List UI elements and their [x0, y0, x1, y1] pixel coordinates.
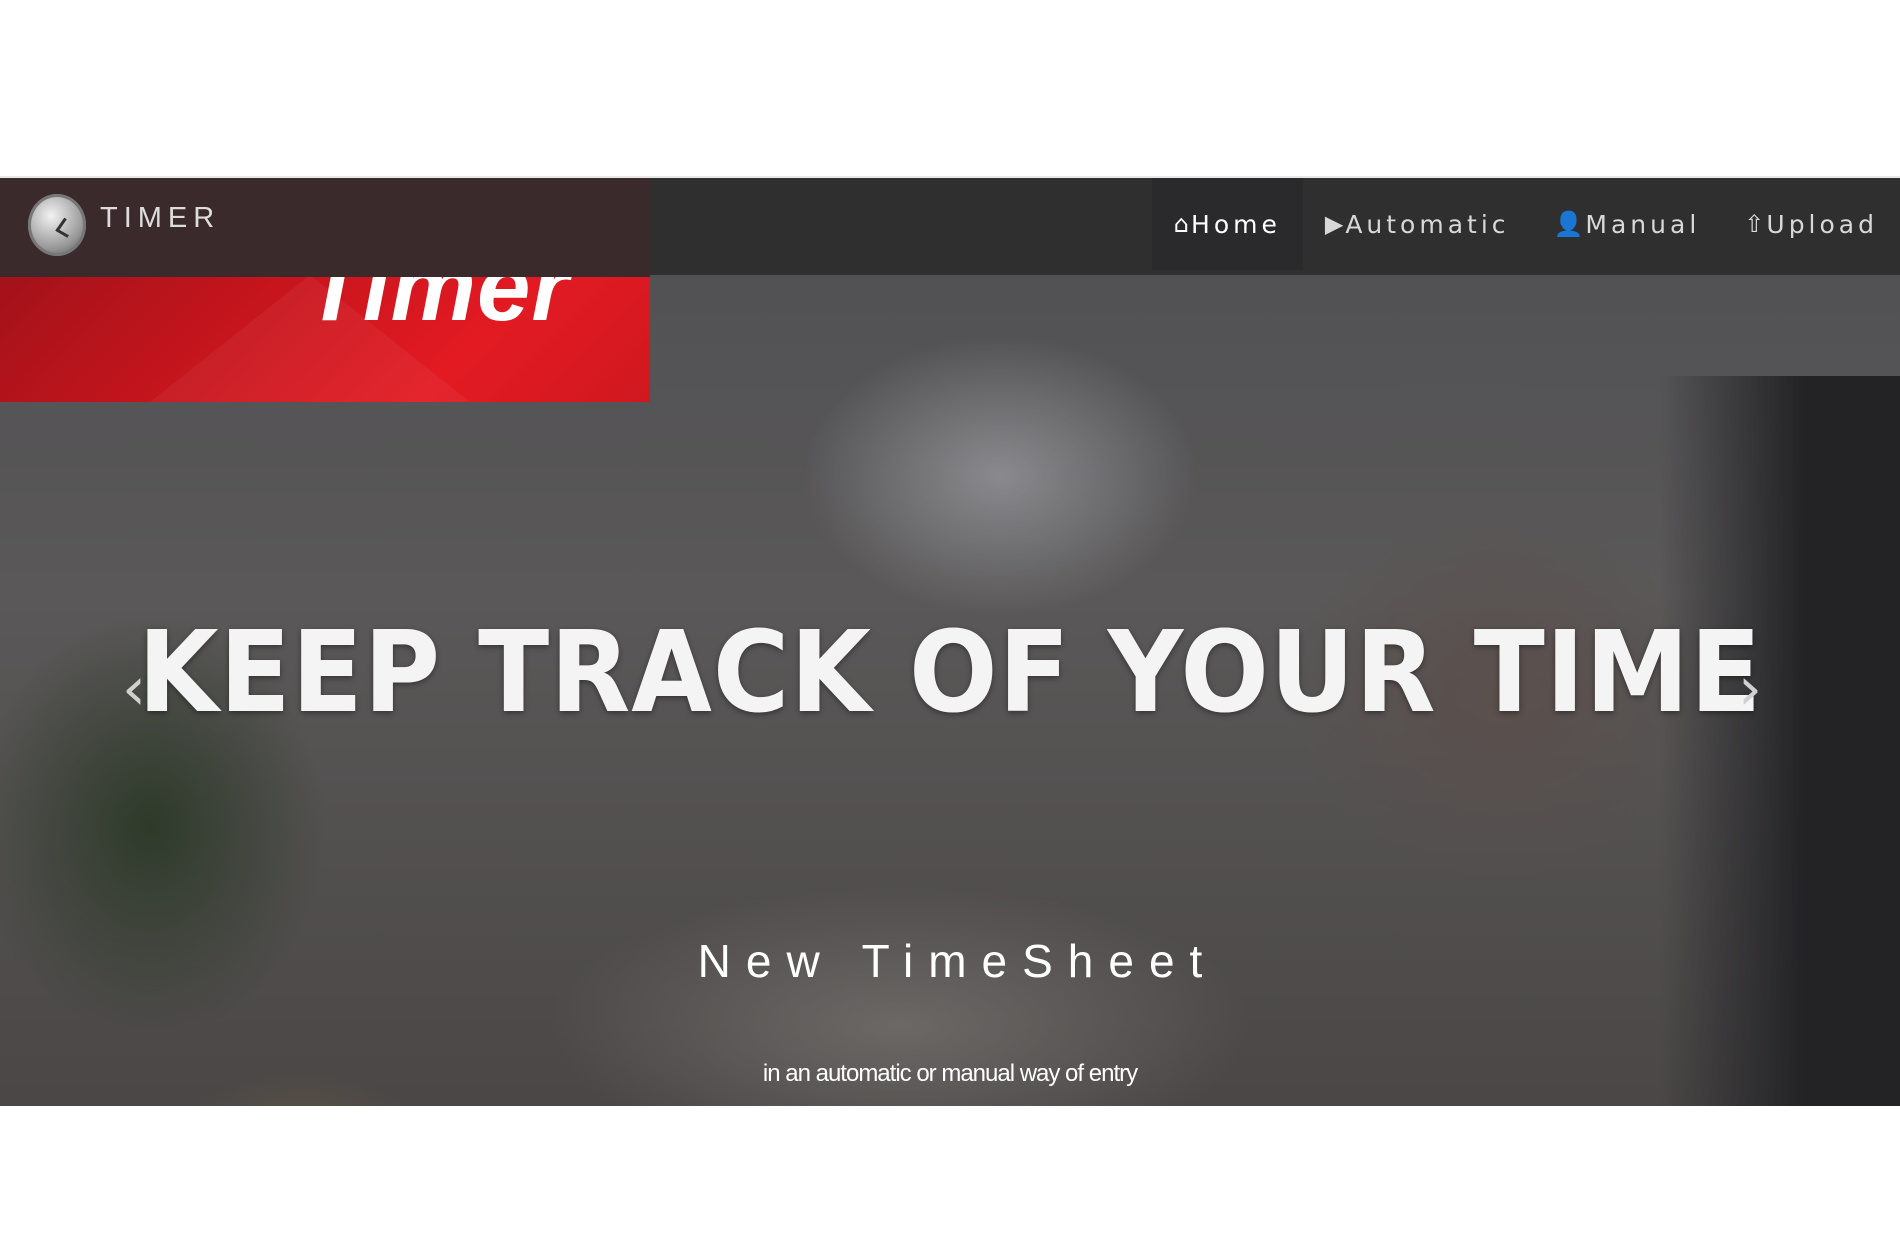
user-icon: 👤 [1553, 210, 1584, 238]
nav-home-label: Home [1191, 209, 1281, 239]
upload-circle-icon: ⇧ [1744, 210, 1765, 238]
navbar: TIMER ⌂ Home ▶ Automatic 👤 Manual ⇧ Uplo… [0, 176, 1900, 277]
clock-icon[interactable] [28, 194, 86, 256]
home-icon: ⌂ [1173, 210, 1190, 238]
hero-subtitle: New TimeSheet [697, 935, 1218, 987]
hero-background-shape [1660, 376, 1900, 1106]
nav-menu: ⌂ Home ▶ Automatic 👤 Manual ⇧ Upload [1151, 178, 1900, 277]
nav-manual[interactable]: 👤 Manual [1532, 178, 1723, 270]
nav-upload-label: Upload [1766, 209, 1878, 239]
brand-name[interactable]: TIMER [100, 202, 220, 235]
nav-home[interactable]: ⌂ Home [1151, 178, 1303, 270]
hero-tagline: in an automatic or manual way of entry [762, 1060, 1138, 1087]
hero-headline: KEEP TRACK OF YOUR TIME [137, 608, 1763, 738]
nav-manual-label: Manual [1585, 209, 1701, 239]
hero-carousel: Timer TIMER ⌂ Home ▶ Automatic 👤 Manual … [0, 176, 1900, 1106]
banner-title: Timer [305, 275, 570, 341]
brand-area[interactable]: TIMER [0, 178, 650, 277]
nav-upload[interactable]: ⇧ Upload [1722, 178, 1900, 270]
timer-banner: Timer [0, 275, 650, 402]
play-icon: ▶ [1324, 210, 1344, 238]
nav-automatic-label: Automatic [1345, 209, 1510, 239]
carousel-next-chevron-icon[interactable]: › [1738, 654, 1762, 724]
nav-automatic[interactable]: ▶ Automatic [1303, 178, 1532, 270]
